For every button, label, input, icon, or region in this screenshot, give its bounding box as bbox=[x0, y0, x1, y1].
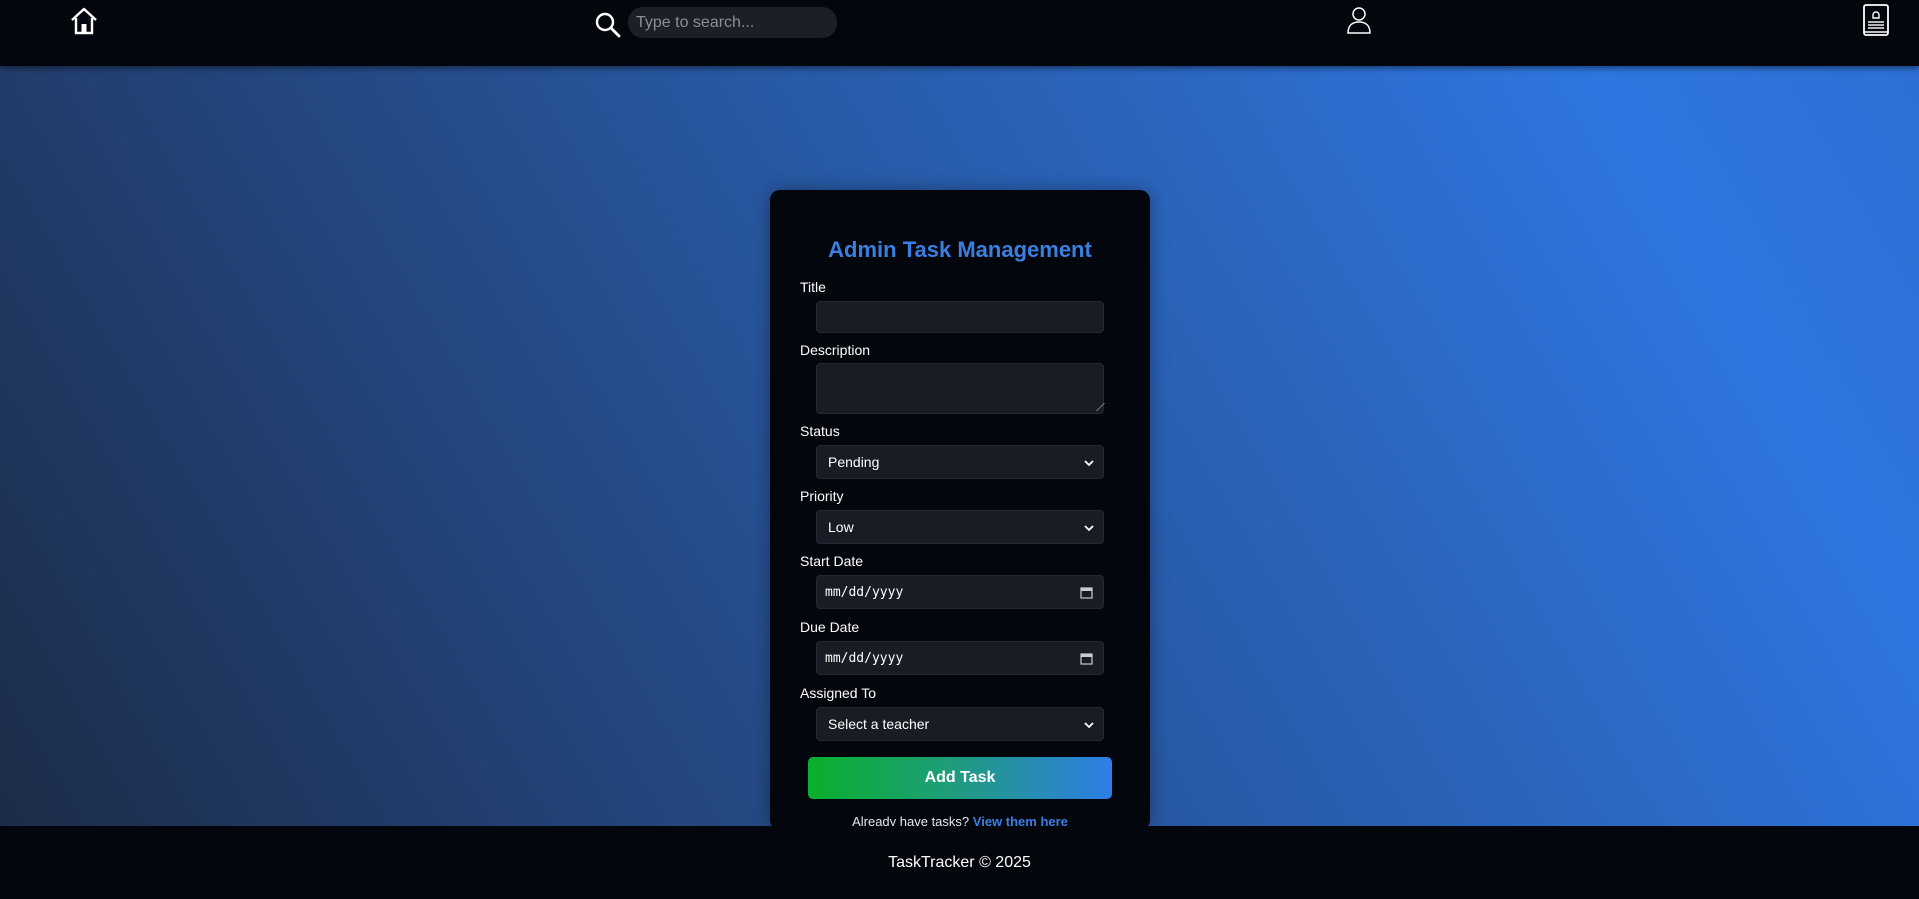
add-task-button[interactable]: Add Task bbox=[808, 757, 1112, 799]
start-date-input[interactable]: mm/dd/yyyy bbox=[816, 575, 1104, 609]
status-select[interactable]: Pending bbox=[816, 445, 1104, 479]
search-input[interactable] bbox=[628, 7, 837, 38]
footer-text: TaskTracker © 2025 bbox=[888, 853, 1031, 871]
start-date-value: mm/dd/yyyy bbox=[825, 584, 904, 600]
description-label: Description bbox=[800, 342, 871, 358]
notification-book-icon[interactable] bbox=[1862, 3, 1890, 37]
top-navbar bbox=[0, 0, 1919, 66]
assigned-to-label: Assigned To bbox=[800, 685, 877, 701]
assigned-to-value: Select a teacher bbox=[828, 716, 930, 732]
status-label: Status bbox=[800, 423, 840, 439]
status-value: Pending bbox=[828, 454, 880, 470]
due-date-input[interactable]: mm/dd/yyyy bbox=[816, 641, 1104, 675]
description-textarea[interactable] bbox=[816, 363, 1105, 414]
title-label: Title bbox=[800, 279, 826, 295]
home-icon[interactable] bbox=[69, 5, 99, 35]
calendar-icon[interactable] bbox=[1080, 586, 1093, 599]
priority-label: Priority bbox=[800, 488, 844, 504]
form-title: Admin Task Management bbox=[828, 237, 1092, 262]
search-icon[interactable] bbox=[594, 11, 622, 39]
chevron-down-icon bbox=[1084, 525, 1094, 532]
task-form-card: Admin Task Management Title Description … bbox=[770, 190, 1150, 830]
user-icon[interactable] bbox=[1346, 6, 1372, 34]
chevron-down-icon bbox=[1084, 722, 1094, 729]
chevron-down-icon bbox=[1084, 460, 1094, 467]
due-date-value: mm/dd/yyyy bbox=[825, 650, 904, 666]
priority-select[interactable]: Low bbox=[816, 510, 1104, 544]
resize-grip-icon[interactable] bbox=[1089, 403, 1105, 411]
priority-value: Low bbox=[828, 519, 854, 535]
due-date-label: Due Date bbox=[800, 619, 860, 635]
title-input[interactable] bbox=[816, 301, 1104, 333]
assigned-to-select[interactable]: Select a teacher bbox=[816, 707, 1104, 741]
start-date-label: Start Date bbox=[800, 553, 864, 569]
calendar-icon[interactable] bbox=[1080, 652, 1093, 665]
page-footer: TaskTracker © 2025 bbox=[0, 826, 1919, 899]
